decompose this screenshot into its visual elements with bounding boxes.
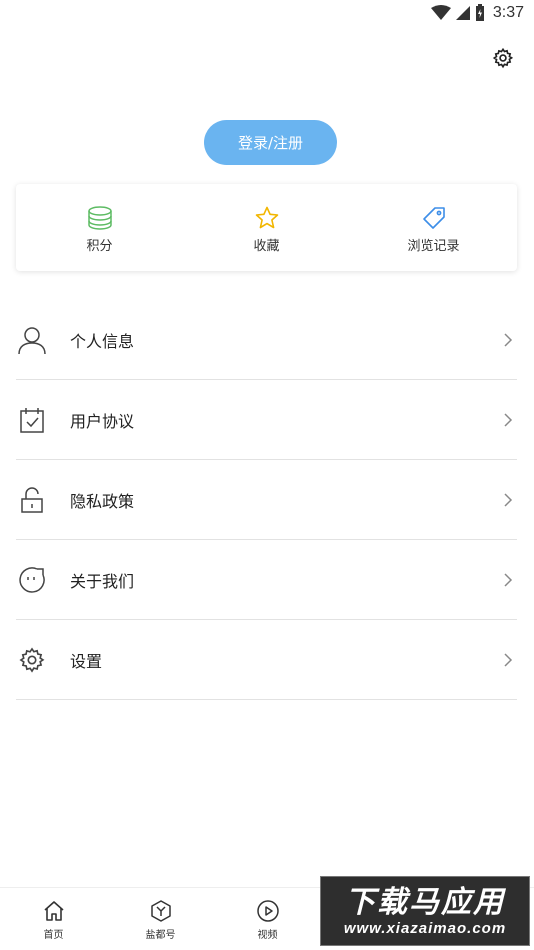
- coins-stack-icon: [87, 206, 112, 230]
- chevron-right-icon: [504, 332, 513, 347]
- menu-item-personal-info[interactable]: 个人信息: [16, 300, 517, 380]
- chevron-right-icon: [504, 652, 513, 667]
- tab-home[interactable]: 首页: [0, 888, 107, 950]
- tab-yandu-hao[interactable]: 盐都号: [107, 888, 214, 950]
- quick-action-label: 积分: [86, 239, 113, 254]
- calendar-check-icon: [20, 407, 44, 433]
- hexagon-y-icon: [150, 900, 171, 922]
- person-icon: [18, 326, 46, 354]
- profile-menu: 个人信息 用户协议 隐私政策 关于我们 设置: [16, 300, 517, 700]
- menu-item-user-agreement[interactable]: 用户协议: [16, 380, 517, 460]
- tab-label: 首页: [43, 930, 64, 941]
- menu-item-label: 设置: [70, 651, 103, 671]
- gear-icon: [492, 47, 514, 69]
- chevron-right-icon: [504, 492, 513, 507]
- gear-icon: [19, 646, 45, 673]
- menu-item-label: 用户协议: [70, 411, 135, 431]
- status-time: 3:37: [492, 4, 524, 21]
- login-register-button[interactable]: 登录/注册: [204, 120, 337, 165]
- signal-icon: [455, 6, 470, 20]
- menu-item-about-us[interactable]: 关于我们: [16, 540, 517, 620]
- menu-item-label: 隐私政策: [70, 491, 135, 511]
- settings-gear-button[interactable]: [492, 47, 514, 69]
- tab-label: 盐都号: [145, 930, 176, 941]
- watermark-logo: 下载马应用 www.xiazaimao.com: [320, 876, 530, 946]
- star-icon: [255, 206, 278, 229]
- quick-action-label: 收藏: [253, 239, 280, 254]
- status-bar: 3:37: [0, 0, 534, 28]
- unlock-icon: [21, 486, 43, 513]
- quick-actions-card: 积分 收藏 浏览记录: [16, 184, 517, 271]
- menu-item-privacy-policy[interactable]: 隐私政策: [16, 460, 517, 540]
- chevron-right-icon: [504, 572, 513, 587]
- tab-label: 视频: [257, 930, 278, 941]
- tag-icon: [422, 207, 445, 229]
- smiley-icon: [19, 566, 45, 593]
- chevron-right-icon: [504, 412, 513, 427]
- play-circle-icon: [256, 900, 279, 922]
- tab-video[interactable]: 视频: [214, 888, 321, 950]
- menu-item-label: 个人信息: [70, 331, 135, 351]
- quick-action-label: 浏览记录: [407, 239, 460, 254]
- watermark-title: 下载马应用: [345, 884, 505, 920]
- menu-item-label: 关于我们: [70, 571, 135, 591]
- quick-action-points[interactable]: 积分: [16, 184, 183, 271]
- menu-item-settings[interactable]: 设置: [16, 620, 517, 700]
- battery-icon: [475, 4, 484, 21]
- quick-action-history[interactable]: 浏览记录: [350, 184, 517, 271]
- wifi-icon: [430, 5, 451, 20]
- quick-action-favorites[interactable]: 收藏: [183, 184, 350, 271]
- watermark-url: www.xiazaimao.com: [343, 919, 507, 937]
- home-icon: [43, 901, 64, 921]
- status-icons: 3:37: [430, 4, 524, 22]
